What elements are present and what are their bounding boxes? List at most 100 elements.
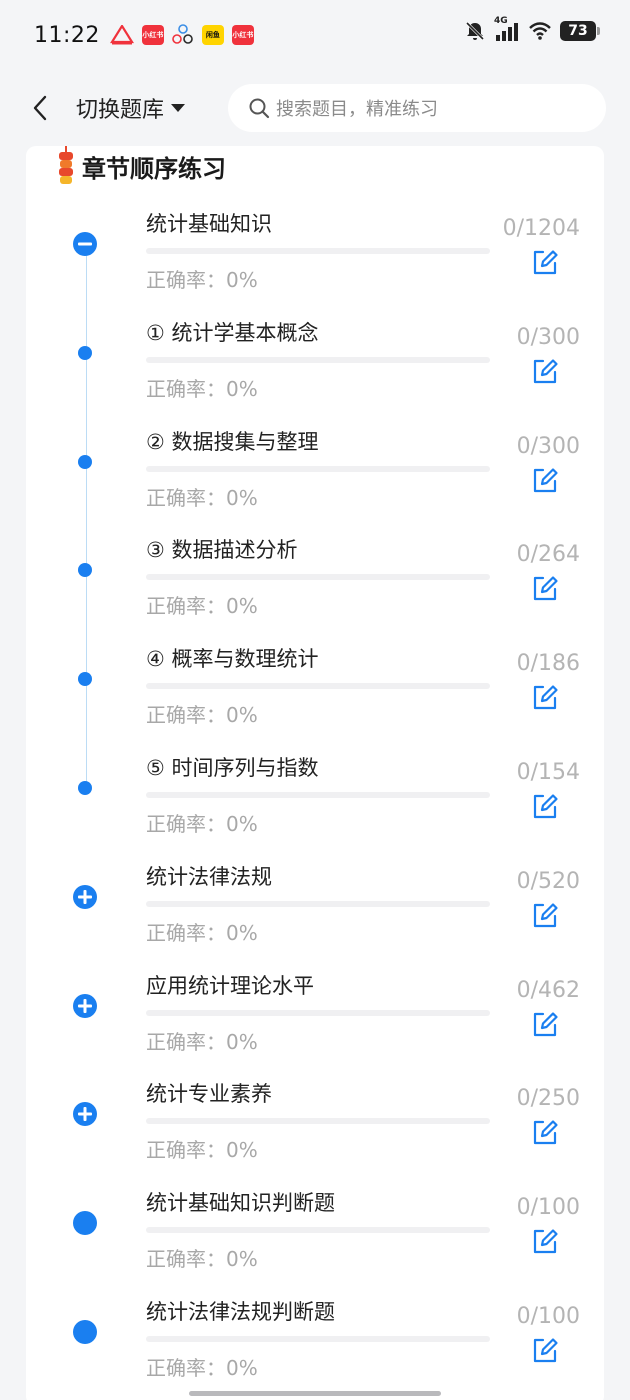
edit-practice-icon[interactable] xyxy=(531,574,559,602)
bell-muted-icon xyxy=(465,21,485,41)
chapter-title: ⑤ 时间序列与指数 xyxy=(146,756,319,780)
accuracy-label: 正确率：0% xyxy=(146,1138,258,1162)
accuracy-label: 正确率：0% xyxy=(146,1030,258,1054)
accuracy-label: 正确率：0% xyxy=(146,812,258,836)
cellular-signal-icon: 4G xyxy=(494,16,520,42)
switch-question-bank-button[interactable]: 切换题库 xyxy=(76,92,186,124)
chapter-title: ② 数据搜集与整理 xyxy=(146,430,319,454)
progress-bar xyxy=(146,901,490,907)
status-time: 11:22 xyxy=(34,22,100,48)
timeline-dot xyxy=(78,672,92,686)
accuracy-label: 正确率：0% xyxy=(146,1247,258,1271)
timeline-dot xyxy=(78,563,92,577)
chapter-item[interactable]: ③ 数据描述分析 正确率：0% 0/264 xyxy=(26,534,604,642)
timeline-node xyxy=(73,1211,97,1235)
firecracker-icon xyxy=(59,146,73,184)
progress-bar xyxy=(146,1010,490,1016)
xianyu-notification-icon: 闲鱼 xyxy=(201,25,224,45)
chapter-item[interactable]: ⑤ 时间序列与指数 正确率：0% 0/154 xyxy=(26,752,604,860)
edit-practice-icon[interactable] xyxy=(531,248,559,276)
accuracy-label: 正确率：0% xyxy=(146,486,258,510)
chapter-item[interactable]: 统计法律法规 正确率：0% 0/520 xyxy=(26,861,604,969)
accuracy-label: 正确率：0% xyxy=(146,703,258,727)
search-placeholder: 搜索题目，精准练习 xyxy=(276,99,438,120)
question-count: 0/264 xyxy=(516,542,580,567)
timeline-node xyxy=(73,1320,97,1344)
chapter-item[interactable]: ② 数据搜集与整理 正确率：0% 0/300 xyxy=(26,426,604,534)
edit-practice-icon[interactable] xyxy=(531,1010,559,1038)
question-count: 0/100 xyxy=(516,1195,580,1220)
progress-bar xyxy=(146,792,490,798)
chapter-item[interactable]: 统计专业素养 正确率：0% 0/250 xyxy=(26,1078,604,1186)
xiaohongshu-notification-icon: 小红书 xyxy=(231,25,254,45)
battery-icon: 73 xyxy=(560,21,600,41)
home-indicator[interactable] xyxy=(189,1391,441,1396)
app-notification-icon xyxy=(109,25,134,45)
section-title: 章节顺序练习 xyxy=(82,154,226,183)
notification-icons: 小红书 闲鱼 小红书 xyxy=(109,24,254,46)
xiaohongshu-notification-icon: 小红书 xyxy=(141,25,164,45)
edit-practice-icon[interactable] xyxy=(531,792,559,820)
edit-practice-icon[interactable] xyxy=(531,357,559,385)
timeline-dot xyxy=(78,455,92,469)
question-count: 0/1204 xyxy=(502,216,580,241)
edit-practice-icon[interactable] xyxy=(531,466,559,494)
progress-bar xyxy=(146,683,490,689)
edit-practice-icon[interactable] xyxy=(531,1227,559,1255)
question-count: 0/154 xyxy=(516,760,580,785)
question-count: 0/520 xyxy=(516,869,580,894)
progress-bar xyxy=(146,574,490,580)
wifi-icon xyxy=(529,22,551,40)
expand-icon[interactable] xyxy=(72,884,98,910)
chapter-item[interactable]: 应用统计理论水平 正确率：0% 0/462 xyxy=(26,970,604,1078)
chapter-title: ④ 概率与数理统计 xyxy=(146,647,319,671)
section-header: 章节顺序练习 xyxy=(56,146,226,186)
accuracy-label: 正确率：0% xyxy=(146,594,258,618)
chapter-item[interactable]: ④ 概率与数理统计 正确率：0% 0/186 xyxy=(26,643,604,751)
accuracy-label: 正确率：0% xyxy=(146,268,258,292)
chapter-title: 应用统计理论水平 xyxy=(146,974,314,998)
chapter-item[interactable]: 统计基础知识 正确率：0% 0/1204 xyxy=(26,208,604,316)
edit-practice-icon[interactable] xyxy=(531,1118,559,1146)
timeline-dot xyxy=(78,781,92,795)
chapter-title: ① 统计学基本概念 xyxy=(146,321,319,345)
expand-icon[interactable] xyxy=(72,993,98,1019)
search-icon xyxy=(249,98,270,119)
search-input[interactable]: 搜索题目，精准练习 xyxy=(228,84,606,132)
chapter-practice-card: 章节顺序练习 统计基础知识 正确率：0% 0/1204 ① 统计学基本概念 正确率：0%… xyxy=(26,146,604,1400)
chapter-title: 统计法律法规 xyxy=(146,865,272,889)
progress-bar xyxy=(146,1336,490,1342)
collapse-icon[interactable] xyxy=(72,231,98,257)
status-bar: 11:22 小红书 闲鱼 小红书 4G 73 xyxy=(0,0,630,70)
progress-bar xyxy=(146,466,490,472)
timeline-dot xyxy=(78,346,92,360)
edit-practice-icon[interactable] xyxy=(531,683,559,711)
accuracy-label: 正确率：0% xyxy=(146,377,258,401)
question-count: 0/250 xyxy=(516,1086,580,1111)
chapter-title: 统计基础知识判断题 xyxy=(146,1191,335,1215)
chapter-item[interactable]: 统计基础知识判断题 正确率：0% 0/100 xyxy=(26,1187,604,1295)
progress-bar xyxy=(146,1227,490,1233)
edit-practice-icon[interactable] xyxy=(531,901,559,929)
switch-question-bank-label: 切换题库 xyxy=(76,98,165,123)
question-count: 0/300 xyxy=(516,434,580,459)
chapter-title: 统计法律法规判断题 xyxy=(146,1300,335,1324)
chapter-title: 统计基础知识 xyxy=(146,212,272,236)
back-icon[interactable] xyxy=(28,94,52,122)
header: 切换题库 搜索题目，精准练习 xyxy=(0,78,630,138)
progress-bar xyxy=(146,248,490,254)
chapter-item[interactable]: ① 统计学基本概念 正确率：0% 0/300 xyxy=(26,317,604,425)
edit-practice-icon[interactable] xyxy=(531,1336,559,1364)
chapter-item[interactable]: 统计法律法规判断题 正确率：0% 0/100 xyxy=(26,1296,604,1400)
app-notification-icon xyxy=(172,24,193,44)
caret-down-icon xyxy=(171,104,186,112)
chapter-title: 统计专业素养 xyxy=(146,1082,272,1106)
question-count: 0/100 xyxy=(516,1304,580,1329)
question-count: 0/300 xyxy=(516,325,580,350)
progress-bar xyxy=(146,1118,490,1124)
question-count: 0/186 xyxy=(516,651,580,676)
system-icons: 4G 73 xyxy=(464,16,600,42)
battery-level: 73 xyxy=(568,23,588,39)
progress-bar xyxy=(146,357,490,363)
expand-icon[interactable] xyxy=(72,1101,98,1127)
